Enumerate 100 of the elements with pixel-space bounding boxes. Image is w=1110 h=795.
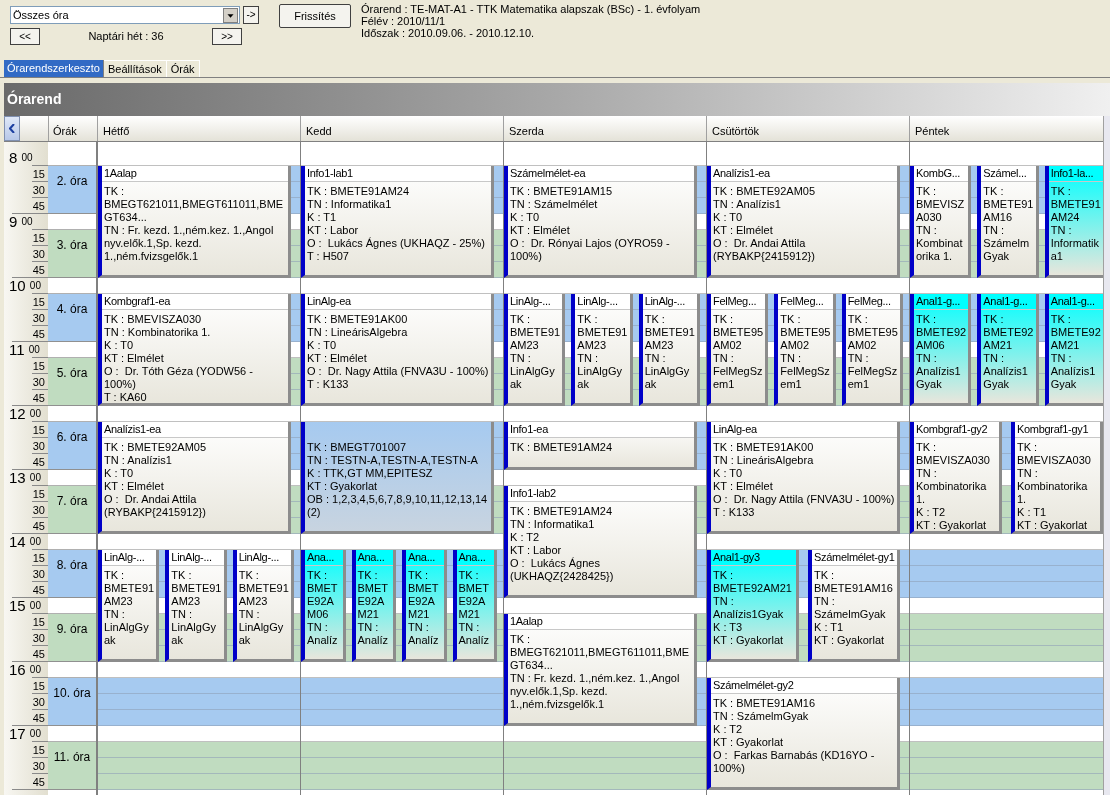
- event-card[interactable]: Info1-la... TK : BMETE91AM24 TN : Informatika1: [1044, 166, 1106, 278]
- event-card[interactable]: Számelmélet-gy1 TK : BMETE91AM16 TN : SzámelmGyak K : T1 KT : Gyakorlat: [808, 550, 900, 662]
- event-card[interactable]: Számelmélet-ea TK : BMETE91AM15 TN : Számelmélet K : T0 KT : Elmélet O : Dr. Rónyai Lajos (OYRO59 - 100%): [504, 166, 697, 278]
- minute-label: 15: [32, 295, 45, 309]
- event-detail: TK : BMETE92AM21: [713, 569, 793, 595]
- event-detail: TK : BMEGT621011,BMEGT611011,BMEGT634...: [104, 185, 285, 224]
- event-detail: TN : LinAlgGyak: [238, 608, 285, 647]
- event-card[interactable]: Info1-ea TK : BMETE91AM24: [504, 422, 697, 470]
- event-card[interactable]: Info1-lab1 TK : BMETE91AM24 TN : Informatika1 K : T1 KT : Labor O : Lukács Ágnes (UKHAQZ - 25%) T : H507: [301, 166, 494, 278]
- event-detail: TN : Kombinatorika 1.: [916, 224, 964, 263]
- event-detail: TN : Fr. kezd. 1.,ném.kez. 1.,Angol nyv.elők.1,Sp. kezd. 1.,ném.fvizsgelők.1: [510, 672, 681, 711]
- minute-label: 30: [32, 759, 45, 773]
- filter-dropdown[interactable]: Összes óra: [10, 6, 240, 24]
- column-header: Órák: [48, 116, 97, 141]
- event-detail: TK : BMETE91AM16: [814, 569, 894, 595]
- event-detail: TN : Analíz: [408, 621, 440, 647]
- previous-week-button[interactable]: <<: [10, 28, 40, 45]
- minute-label: 15: [32, 231, 45, 245]
- event-card[interactable]: Kombgraf1-ea TK : BMEVISZA030 TN : Kombinatorika 1. K : T0 KT : Elmélet O : Dr. Tóth Géza (YODW56 - 100%) T : KA60: [98, 294, 291, 406]
- event-card[interactable]: FelMeg... TK : BMETE95AM02 TN : FelMegSzem1: [707, 294, 769, 406]
- event-title: KombG...: [914, 166, 969, 182]
- event-title: Anal1-g...: [914, 294, 969, 310]
- event-card[interactable]: Analízis1-ea TK : BMETE92AM05 TN : Analízis1 K : T0 KT : Elmélet O : Dr. Andai Attila (RYBAKP{2415912}): [707, 166, 900, 278]
- event-card[interactable]: 1Aalap TK : BMEGT621011,BMEGT611011,BMEGT634... TN : Fr. kezd. 1.,ném.kez. 1.,Angol nyv.elők.1,Sp. kezd. 1.,ném.fvizsgelők.1: [98, 166, 291, 278]
- event-card[interactable]: Info1-lab2 TK : BMETE91AM24 TN : Informatika1 K : T2 KT : Labor O : Lukács Ágnes (UKHAQZ{2428425}): [504, 486, 697, 598]
- event-card[interactable]: Anal1-gy3 TK : BMETE92AM21 TN : Analízis1Gyak K : T3 KT : Gyakorlat: [707, 550, 799, 662]
- tab[interactable]: Beállítások: [103, 60, 167, 77]
- event-detail: TK : BMETE91AK00: [713, 441, 815, 454]
- event-card[interactable]: Ana... TK : BMETE92AM21 TN : Analíz: [452, 550, 497, 662]
- event-card[interactable]: LinAlg-ea TK : BMETE91AK00 TN : LineárisAlgebra K : T0 KT : Elmélet O : Dr. Nagy Attila (FNVA3U - 100%) T : K133: [301, 294, 494, 406]
- event-detail: TK : BMETE91AM24: [307, 185, 411, 198]
- event-card[interactable]: LinAlg-... TK : BMETE91AM23 TN : LinAlgGyak: [232, 550, 294, 662]
- event-card[interactable]: LinAlg-... TK : BMETE91AM23 TN : LinAlgGyak: [98, 550, 160, 662]
- event-detail: TK : BMETE91AM24: [510, 505, 614, 518]
- event-card[interactable]: LinAlg-... TK : BMETE91AM23 TN : LinAlgGyak: [165, 550, 227, 662]
- event-detail: KT : Elmélet: [104, 352, 165, 365]
- event-card[interactable]: FelMeg... TK : BMETE95AM02 TN : FelMegSzem1: [841, 294, 903, 406]
- event-card[interactable]: LinAlg-... TK : BMETE91AM23 TN : LinAlgGyak: [571, 294, 633, 406]
- event-detail: TK : BMETE92AM21: [458, 569, 491, 621]
- event-card[interactable]: Ana... TK : BMETE92AM21 TN : Analíz: [402, 550, 447, 662]
- event-detail: K : T2: [713, 723, 744, 736]
- event-card[interactable]: FelMeg... TK : BMETE95AM02 TN : FelMegSzem1: [774, 294, 836, 406]
- event-detail: TK : BMETE91AK00: [307, 313, 409, 326]
- event-detail: TN : TESTN-A,TESTN-A,TESTN-A: [307, 454, 479, 467]
- event-card[interactable]: LinAlg-ea TK : BMETE91AK00 TN : LineárisAlgebra K : T0 KT : Elmélet O : Dr. Nagy Attila (FNVA3U - 100%) T : K133: [707, 422, 900, 534]
- tab[interactable]: Órarendszerkeszto: [4, 60, 104, 77]
- event-card[interactable]: Ana... TK : BMETE92AM06 TN : Analíz: [301, 550, 346, 662]
- event-detail: TN : Analízis1Gyak: [983, 352, 1029, 391]
- event-detail: TN : LinAlgGyak: [104, 608, 150, 647]
- event-card[interactable]: LinAlg-... TK : BMETE91AM23 TN : LinAlgGyak: [638, 294, 700, 406]
- event-title: LinAlg-...: [169, 550, 224, 566]
- event-title: 1Aalap: [102, 166, 288, 182]
- minute-label: 45: [32, 711, 45, 725]
- minute-label: 15: [32, 743, 45, 757]
- event-card[interactable]: Ana... TK : BMETE92AM21 TN : Analíz: [351, 550, 396, 662]
- minute-label: 45: [32, 199, 45, 213]
- event-card[interactable]: Analízis1-ea TK : BMETE92AM05 TN : Analízis1 K : T0 KT : Elmélet O : Dr. Andai Attila (RYBAKP{2415912}): [98, 422, 291, 534]
- tab[interactable]: Órák: [166, 60, 200, 77]
- event-detail: K : T0: [713, 211, 744, 224]
- event-detail: TN : Analízis1: [104, 454, 173, 467]
- minute-label: 15: [32, 359, 45, 373]
- hour-label: 15 00: [9, 598, 41, 614]
- event-detail: K : T0: [510, 211, 541, 224]
- event-detail: TK : BMETE91AM23: [171, 569, 222, 608]
- event-title: Info1-lab1: [305, 166, 491, 182]
- event-detail: TK : BMETE92AM06: [916, 313, 967, 352]
- hour-label: 12 00: [9, 406, 41, 422]
- event-card[interactable]: LinAlg-... TK : BMETE91AM23 TN : LinAlgGyak: [504, 294, 566, 406]
- event-card[interactable]: Számelmélet-gy2 TK : BMETE91AM16 TN : SzámelmGyak K : T2 KT : Gyakorlat O : Farkas Barnabás (KD16YO - 100%): [707, 678, 900, 790]
- event-title: Anal1-g...: [1048, 294, 1103, 310]
- go-button[interactable]: ->: [243, 6, 259, 24]
- event-detail: TN : Informatika1: [510, 518, 596, 531]
- info-line: Időszak : 2010.09.06. - 2010.12.10.: [361, 27, 536, 39]
- event-detail: TK : BMETE92AM05: [713, 185, 817, 198]
- event-card[interactable]: Kombgraf1-gy2 TK : BMEVISZA030 TN : Kombinatorika 1. K : T2 KT : Gyakorlat: [910, 422, 1002, 534]
- minute-label: 30: [32, 439, 45, 453]
- event-card[interactable]: TK : BMEGT701007 TN : TESTN-A,TESTN-A,TESTN-A K : TTK,GT MM,EPITESZ KT : Gyakorlat OB : 1,2,3,4,5,6,7,8,9,10,11,12,13,14 (2): [301, 422, 494, 534]
- event-detail: K : T0: [104, 467, 135, 480]
- event-detail: K : T1: [307, 211, 338, 224]
- event-detail: TK : BMEVISZA030: [1017, 441, 1092, 467]
- scroll-left-button[interactable]: [4, 116, 20, 141]
- event-card[interactable]: KombG... TK : BMEVISZA030 TN : Kombinatorika 1.: [910, 166, 972, 278]
- event-card[interactable]: Anal1-g... TK : BMETE92AM21 TN : Analízis1Gyak: [977, 294, 1039, 406]
- event-card[interactable]: Számel... TK : BMETE91AM16 TN : SzámelmGyak: [977, 166, 1039, 278]
- hour-label: 9 00: [9, 214, 33, 230]
- refresh-button[interactable]: Frissítés: [279, 4, 351, 28]
- event-card[interactable]: 1Aalap TK : BMEGT621011,BMEGT611011,BMEGT634... TN : Fr. kezd. 1.,ném.kez. 1.,Angol nyv.elők.1,Sp. kezd. 1.,ném.fvizsgelők.1: [504, 614, 697, 726]
- event-detail: TK : BMEGT701007: [307, 441, 408, 454]
- event-title: LinAlg-...: [575, 294, 630, 310]
- event-detail: TN : SzámelmGyak: [983, 224, 1031, 263]
- event-detail: TK : BMETE95AM02: [847, 313, 898, 352]
- minute-label: 15: [32, 551, 45, 565]
- event-title: LinAlg-ea: [305, 294, 491, 310]
- next-week-button[interactable]: >>: [212, 28, 242, 45]
- event-card[interactable]: Anal1-g... TK : BMETE92AM06 TN : Analízis1Gyak: [910, 294, 972, 406]
- event-card[interactable]: Anal1-g... TK : BMETE92AM21 TN : Analízis1Gyak: [1044, 294, 1106, 406]
- event-card[interactable]: Kombgraf1-gy1 TK : BMEVISZA030 TN : Kombinatorika 1. K : T1 KT : Gyakorlat: [1011, 422, 1103, 534]
- event-detail: TN : Analízis1: [713, 198, 782, 211]
- event-detail: TK : BMEVISZA030: [104, 313, 203, 326]
- event-detail: KT : Gyakorlat: [713, 736, 785, 749]
